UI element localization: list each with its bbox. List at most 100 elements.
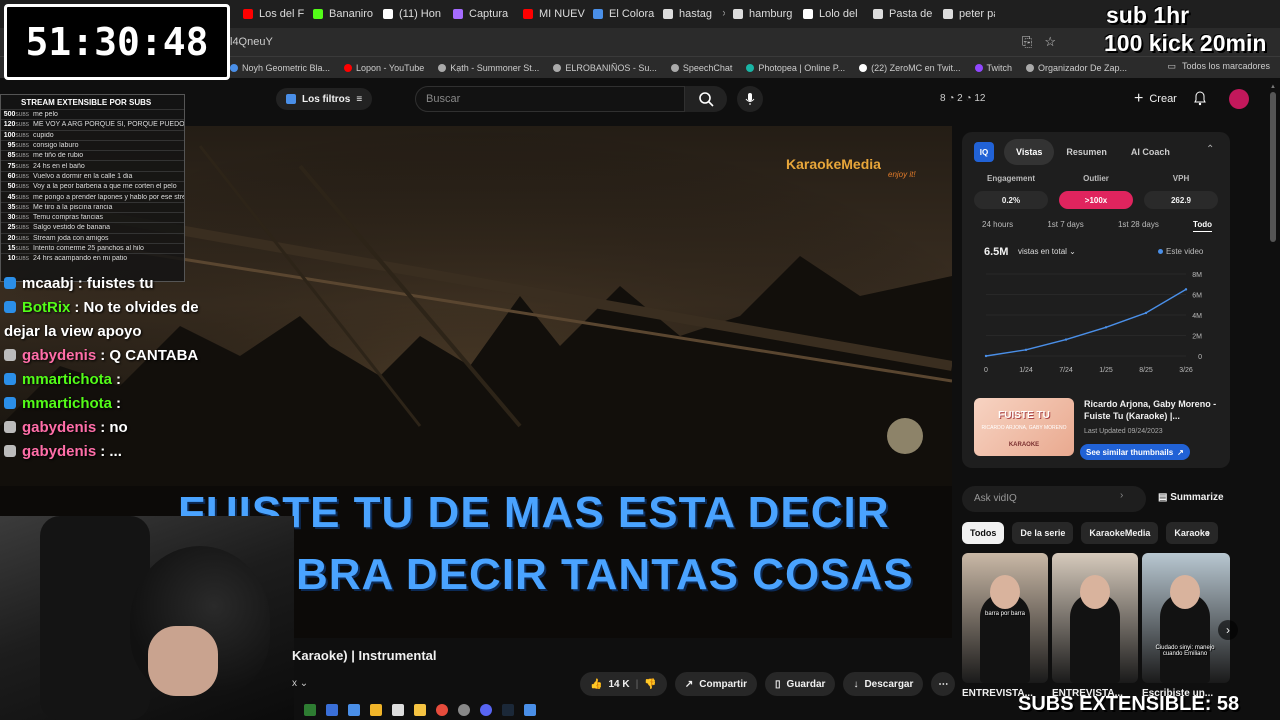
browser-tab[interactable]: MI NUEV× [515, 0, 585, 28]
period-option[interactable]: 24 hours [982, 220, 1013, 232]
bookmark-favicon-icon [670, 63, 679, 72]
filter-chip[interactable]: Karaoke [1166, 522, 1218, 544]
subs-amount: 85SUBS [1, 152, 33, 159]
create-button[interactable]: + Crear [1126, 88, 1185, 110]
chat-text: fuistes tu [86, 275, 154, 292]
taskbar-app-icon[interactable] [392, 704, 404, 716]
extension-stats[interactable]: 8 ◔ 2 ◔ 12 [940, 93, 985, 104]
taskbar-app-icon[interactable] [370, 704, 382, 716]
browser-tab[interactable]: hastag× [655, 0, 725, 28]
tab-ai-coach[interactable]: AI Coach [1119, 139, 1182, 165]
chat-text: no [109, 419, 128, 436]
browser-tab[interactable]: peter pa× [935, 0, 995, 28]
bookmark-item[interactable]: SpeechChat [670, 63, 732, 73]
save-button[interactable]: ▯ Guardar [765, 672, 836, 696]
bookmark-item[interactable]: Lopon - YouTube [344, 63, 424, 73]
search-button[interactable] [685, 86, 727, 112]
youtube-header: Los filtros ≡ Buscar 8 ◔ 2 ◔ 12 + Crear [0, 80, 1280, 120]
browser-tab[interactable]: Captura× [445, 0, 515, 28]
download-label: Descargar [864, 678, 914, 690]
browser-tab[interactable]: Lolo del× [795, 0, 865, 28]
ask-vidiq-input[interactable]: Ask vidIQ [962, 486, 1146, 512]
related-video-thumbnail[interactable]: barra por barra [962, 553, 1048, 683]
scrollbar-thumb[interactable] [1270, 92, 1276, 242]
taskbar-app-icon[interactable] [414, 704, 426, 716]
channel-fragment[interactable]: x ⌄ [292, 678, 308, 689]
bookmark-item[interactable]: Organizador De Zap... [1026, 63, 1127, 73]
related-video-thumbnail[interactable]: Ciudado sinyi: manejo cuando Emiliano [1142, 553, 1230, 683]
bookmark-item[interactable]: ELROBANIÑOS - Su... [553, 63, 657, 73]
similar-thumbnails-button[interactable]: See similar thumbnails ↗ [1080, 444, 1190, 460]
tab-resumen[interactable]: Resumen [1054, 139, 1119, 165]
bookmark-item[interactable]: (22) ZeroMC en Twit... [859, 63, 961, 73]
related-title[interactable]: Ricardo Arjona, Gaby Moreno - Fuiste Tu … [1084, 398, 1224, 422]
subs-goal-text: 24 hs en el baño [33, 162, 85, 170]
more-actions-button[interactable]: ⋯ [931, 672, 956, 696]
browser-tab[interactable]: Pasta de× [865, 0, 935, 28]
tab-vistas[interactable]: Vistas [1004, 139, 1055, 165]
subs-amount: 20SUBS [1, 235, 33, 242]
filters-button[interactable]: Los filtros ≡ [276, 88, 373, 110]
related-video-thumbnail[interactable] [1052, 553, 1138, 683]
all-bookmarks[interactable]: ▭ Todos los marcadores [1167, 61, 1270, 72]
bookmark-star-icon[interactable]: ☆ [1044, 34, 1056, 50]
filter-chip[interactable]: Todos [962, 522, 1005, 544]
subs-table-title: STREAM EXTENSIBLE POR SUBS [21, 98, 152, 107]
views-mode-select[interactable]: vistas en total ⌄ [1018, 247, 1076, 256]
similar-label: See similar thumbnails [1086, 447, 1174, 457]
all-bookmarks-label: Todos los marcadores [1181, 61, 1270, 71]
bookmark-item[interactable]: Photopea | Online P... [746, 63, 845, 73]
period-option[interactable]: 1st 7 days [1047, 220, 1083, 232]
address-text[interactable]: l4QneuY [230, 36, 273, 48]
period-option[interactable]: 1st 28 days [1118, 220, 1159, 232]
subs-unit: SUBS [15, 194, 29, 201]
chat-separator: : [116, 395, 122, 412]
thumbs-next-button[interactable]: › [1218, 620, 1238, 640]
taskbar-app-icon[interactable] [524, 704, 536, 716]
chat-username: mmartichota [22, 371, 113, 388]
search-input[interactable]: Buscar [415, 86, 685, 112]
collapse-icon[interactable]: ⌃ [1206, 144, 1214, 155]
related-thumbnail[interactable]: FUISTE TU RICARDO ARJONA, GABY MORENO KA… [974, 398, 1074, 456]
subs-amount: 30SUBS [1, 214, 33, 221]
scroll-up-icon[interactable]: ▲ [1270, 84, 1276, 90]
filter-chip[interactable]: KaraokeMedia [1081, 522, 1159, 544]
taskbar-app-icon[interactable] [304, 704, 316, 716]
filter-chip[interactable]: De la serie [1012, 522, 1074, 544]
taskbar-app-icon[interactable] [480, 704, 492, 716]
avatar[interactable] [1229, 89, 1249, 109]
chrome-icon[interactable] [436, 704, 448, 716]
y-tick-label: 4M [1192, 313, 1202, 320]
chat-badge-icon [4, 301, 16, 313]
video-title: Karaoke) | Instrumental [292, 648, 437, 663]
voice-search-button[interactable] [737, 86, 763, 112]
share-button[interactable]: ↗ Compartir [674, 672, 758, 696]
summarize-button[interactable]: ▤ Summarize [1158, 492, 1224, 503]
browser-tab[interactable]: hamburg× [725, 0, 795, 28]
browser-tab[interactable]: Los del F× [235, 0, 305, 28]
bell-icon[interactable] [1192, 90, 1208, 106]
chat-overlay: mcaabj: fuistes tu BotRix: No te olvides … [4, 272, 234, 464]
metric-value: >100x [1059, 191, 1133, 209]
subs-goal-text: me tiño de rubio [33, 152, 84, 160]
ask-send-icon[interactable]: › [1120, 490, 1140, 508]
taskbar-app-icon[interactable] [348, 704, 360, 716]
install-icon[interactable]: ⎘ [1022, 34, 1032, 50]
download-button[interactable]: ↓ Descargar [843, 672, 924, 696]
thumbs-down-icon[interactable]: 👎 [644, 679, 656, 690]
chevron-right-icon[interactable]: › [1206, 526, 1210, 540]
steam-icon[interactable] [502, 704, 514, 716]
browser-tab[interactable]: Bananiro× [305, 0, 375, 28]
share-icon: ↗ [684, 678, 694, 690]
period-option[interactable]: Todo [1193, 220, 1212, 232]
subs-goal-text: ME VOY A ARG PORQUE SI, PORQUE PUEDO [33, 121, 184, 129]
subs-row: 50SUBS Voy a la peor barberia a que me co… [1, 181, 184, 191]
like-button[interactable]: 👍 14 K | 👎 [580, 672, 667, 696]
browser-tab[interactable]: El Colora× [585, 0, 655, 28]
bookmark-item[interactable]: Kạth - Summoner St... [438, 63, 539, 73]
taskbar-app-icon[interactable] [326, 704, 338, 716]
bookmark-item[interactable]: Noyh Geometric Bla... [230, 63, 330, 73]
bookmark-item[interactable]: Twitch [974, 63, 1012, 73]
browser-tab[interactable]: (11) Hon× [375, 0, 445, 28]
taskbar-app-icon[interactable] [458, 704, 470, 716]
